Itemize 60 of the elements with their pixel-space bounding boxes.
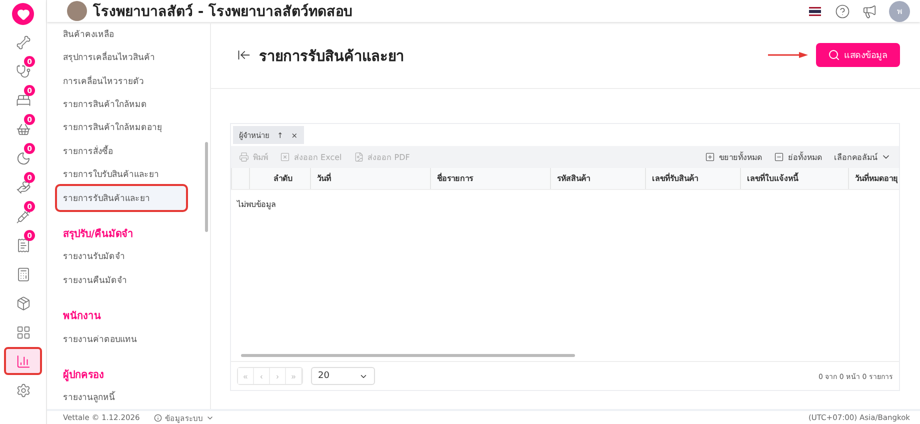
avatar-placeholder bbox=[67, 1, 87, 21]
collapse-icon[interactable] bbox=[237, 48, 251, 62]
pdf-icon bbox=[354, 152, 364, 162]
section-heading: สรุปรับ/คืนมัดจำ bbox=[62, 227, 135, 242]
megaphone-icon[interactable] bbox=[862, 4, 877, 18]
bar-chart-icon bbox=[16, 354, 30, 368]
page-title: รายการรับสินค้าและยา bbox=[259, 48, 405, 66]
search-icon bbox=[828, 49, 840, 61]
sidebar-item[interactable]: รายการรับสินค้าและยา bbox=[57, 186, 186, 210]
sidebar-item[interactable]: รายงานรับมัดจำ bbox=[57, 244, 202, 268]
hand-icon bbox=[16, 180, 30, 194]
expand-icon bbox=[705, 152, 715, 162]
page-size-select[interactable]: 20 bbox=[311, 367, 375, 385]
bed-icon bbox=[16, 92, 30, 108]
collapse-icon bbox=[774, 152, 784, 162]
arrow-icon bbox=[768, 51, 808, 59]
syringe-icon bbox=[16, 208, 30, 224]
sidebar-item[interactable]: รายงานค่าตอบแทน bbox=[57, 326, 202, 350]
scrollbar[interactable] bbox=[205, 142, 208, 232]
section-heading: ผู้ปกครอง bbox=[62, 368, 105, 384]
toolbar-button[interactable]: ขยายทั้งหมด bbox=[705, 150, 762, 164]
calculator-icon bbox=[16, 266, 30, 282]
toolbar-button[interactable]: ย่อทั้งหมด bbox=[774, 150, 822, 164]
column-header[interactable]: วันที่หมดอายุ bbox=[848, 168, 899, 189]
sidebar-item[interactable]: รายการสินค้าใกล้หมดอายุ bbox=[57, 116, 202, 140]
column-header[interactable]: รหัสสินค้า bbox=[550, 168, 645, 189]
empty-message: ไม่พบข้อมูล bbox=[237, 200, 276, 209]
printer-icon bbox=[239, 152, 249, 162]
sidebar-item[interactable]: สินค้าคงเหลือ bbox=[57, 22, 202, 46]
receipt-icon bbox=[16, 238, 30, 252]
sidebar-item[interactable]: รายการสินค้าใกล้หมด bbox=[57, 92, 202, 116]
grid-icon bbox=[16, 324, 30, 340]
help-icon[interactable] bbox=[835, 4, 850, 18]
bone-icon bbox=[16, 34, 30, 50]
flag-icon[interactable] bbox=[809, 6, 821, 16]
sidebar-item[interactable]: การเคลื่อนไหวรายตัว bbox=[57, 68, 202, 92]
column-header[interactable]: เลขที่ใบแจ้งหนี้ bbox=[740, 168, 848, 189]
stethoscope-icon bbox=[16, 64, 30, 78]
moon-icon bbox=[16, 150, 30, 166]
column-header[interactable]: ลำดับ bbox=[249, 168, 310, 189]
sidebar-item[interactable]: รายงานลูกหนี้ bbox=[57, 386, 202, 409]
show-data-button[interactable]: แสดงข้อมูล bbox=[816, 43, 900, 67]
clinic-title: โรงพยาบาลสัตว์ - โรงพยาบาลสัตว์ทดสอบ bbox=[93, 2, 354, 22]
scrollbar[interactable] bbox=[241, 354, 575, 357]
settings-icon bbox=[16, 382, 30, 398]
basket-icon bbox=[16, 122, 30, 136]
sidebar-item[interactable]: รายการใบรับสินค้าและยา bbox=[57, 162, 202, 186]
column-header[interactable]: ชื่อรายการ bbox=[430, 168, 550, 189]
section-heading: พนักงาน bbox=[62, 310, 102, 324]
sidebar-item[interactable]: รายการสั่งซื้อ bbox=[57, 139, 202, 163]
column-header[interactable]: เลขที่รับสินค้า bbox=[645, 168, 740, 189]
sidebar-item[interactable]: รายงานคืนมัดจำ bbox=[57, 268, 202, 292]
sidebar-item[interactable]: สรุปการเคลื่อนไหวสินค้า bbox=[57, 45, 202, 69]
info-icon bbox=[154, 414, 162, 422]
box-icon bbox=[16, 296, 30, 310]
column-header[interactable]: วันที่ bbox=[310, 168, 430, 189]
heart-logo[interactable] bbox=[12, 3, 34, 25]
toolbar-button[interactable]: เลือกคอลัมน์ bbox=[834, 150, 891, 164]
excel-icon bbox=[280, 152, 290, 162]
rail-button[interactable] bbox=[6, 349, 40, 373]
